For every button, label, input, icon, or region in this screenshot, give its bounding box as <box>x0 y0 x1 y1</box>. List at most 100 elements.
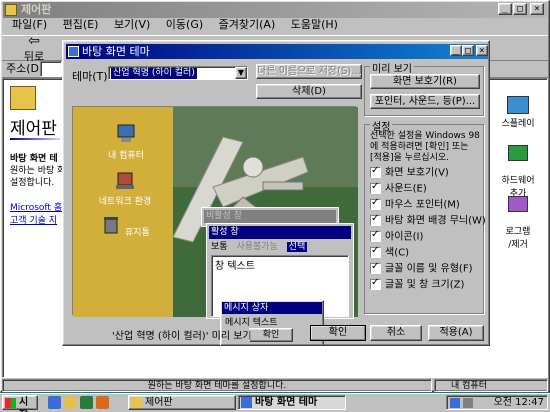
checkbox-colors[interactable]: 색(C) <box>370 245 409 260</box>
themes-icon <box>68 46 79 57</box>
checkbox-label: 아이콘(I) <box>385 231 424 243</box>
preview-msgbox-title: 메시지 상자 <box>222 302 322 314</box>
checkbox-screensaver[interactable]: 화면 보호기(V) <box>370 165 449 180</box>
quick-launch-ie-icon[interactable] <box>48 396 61 409</box>
back-button[interactable]: ⇦ 뒤로 <box>14 33 54 63</box>
checkbox-box[interactable] <box>370 181 381 194</box>
preview-group-title: 미리 보기 <box>370 60 414 75</box>
cancel-button[interactable]: 취소 <box>370 325 422 341</box>
add-remove-programs-item[interactable]: 로그램 /제거 <box>490 186 546 250</box>
preview-window-text-area: 창 텍스트 메시지 상자 메시지 텍스트 확인 <box>211 255 349 346</box>
checkbox-mouse-pointers[interactable]: 마우스 포인터(M) <box>370 197 460 212</box>
title-underline <box>10 138 60 140</box>
task-desktop-themes[interactable]: 바탕 화면 테마 <box>238 395 346 410</box>
dialog-close-icon[interactable]: × <box>476 45 488 56</box>
display-item-label: 스플레이 <box>501 119 535 129</box>
back-arrow-icon: ⇦ <box>28 33 40 49</box>
tray-network-icon[interactable] <box>450 398 460 408</box>
preview-active-window: 활성 창 보통 사용불가능 선택 창 텍스트 메시지 상자 메시지 텍스트 확인 <box>206 223 354 346</box>
dialog-maximize-icon[interactable]: □ <box>462 45 474 56</box>
menu-edit[interactable]: 편집(E) <box>63 18 99 31</box>
checkbox-box[interactable] <box>370 197 381 210</box>
menu-help[interactable]: 도움말(H) <box>291 18 338 31</box>
checkbox-label: 글꼴 이름 및 유형(F) <box>385 263 473 275</box>
minimize-icon[interactable]: _ <box>498 3 512 15</box>
save-as-button[interactable]: 다른 이름으로 저장(S)... <box>256 64 362 79</box>
menu-file[interactable]: 파일(F) <box>12 18 47 31</box>
task-label: 제어판 <box>145 397 173 408</box>
preview-window-text: 창 텍스트 <box>215 261 255 272</box>
checkbox-wallpaper[interactable]: 바탕 화면 배경 무늬(W) <box>370 213 486 228</box>
address-label: 주소(D) <box>6 62 44 75</box>
checkbox-box[interactable] <box>370 213 381 226</box>
maximize-icon[interactable]: □ <box>513 3 527 15</box>
preview-icon-label: 내 컴퓨터 <box>108 151 144 161</box>
status-text: 원하는 바탕 화면 테마를 설정합니다. <box>2 379 432 392</box>
checkbox-icons[interactable]: 아이콘(I) <box>370 229 424 244</box>
network-icon <box>116 172 134 189</box>
theme-select[interactable]: 산업 혁명 (하이 컬러) ▼ <box>108 66 248 80</box>
tray-volume-icon[interactable] <box>463 398 473 408</box>
delete-button[interactable]: 삭제(D) <box>256 84 362 99</box>
checkbox-box[interactable] <box>370 245 381 258</box>
checkbox-label: 글꼴 및 창 크기(Z) <box>385 279 465 291</box>
checkbox-label: 화면 보호기(V) <box>385 167 449 179</box>
checkbox-sounds[interactable]: 사운드(E) <box>370 181 427 196</box>
checkbox-font-names[interactable]: 글꼴 이름 및 유형(F) <box>370 261 473 276</box>
menu-favorites[interactable]: 즐겨찾기(A) <box>219 18 276 31</box>
chevron-down-icon[interactable]: ▼ <box>235 67 247 79</box>
preview-network: 네트워크 환경 <box>93 171 157 207</box>
tech-support-link[interactable]: 고객 기술 지 <box>10 213 57 226</box>
checkbox-box[interactable] <box>370 261 381 274</box>
explorer-title: 제어판 <box>21 3 52 16</box>
quick-launch-outlook-icon[interactable] <box>64 396 77 409</box>
preview-caption: '산업 혁명 (하이 컬러)' 미리 보기 <box>112 331 252 342</box>
selected-item-desc-2: 설정합니다. <box>10 178 55 188</box>
theme-preview: 내 컴퓨터 네트워크 환경 휴지통 비활성 창 활성 창 보통 사용불가능 선택… <box>72 106 358 346</box>
status-bar: 원하는 바탕 화면 테마를 설정합니다. 내 컴퓨터 <box>2 379 548 392</box>
checkbox-box[interactable] <box>370 277 381 290</box>
pointers-sounds-button[interactable]: 포인터, 사운드, 등(P)... <box>370 94 480 109</box>
system-tray: 오전 12:47 <box>446 395 548 410</box>
checkbox-label: 바탕 화면 배경 무늬(W) <box>385 215 486 227</box>
checkbox-label: 마우스 포인터(M) <box>385 199 460 211</box>
panel-title: 제어판 <box>10 119 57 139</box>
checkbox-box[interactable] <box>370 165 381 178</box>
ok-button[interactable]: 확인 <box>310 325 366 341</box>
quick-launch-desktop-icon[interactable] <box>80 396 93 409</box>
settings-description: 선택한 설정을 Windows 98에 적용하려면 [확인] 또는 [적용]을 … <box>370 131 480 163</box>
start-label: 시작 <box>19 397 29 412</box>
apply-button[interactable]: 적용(A) <box>428 325 484 341</box>
preview-menu-selected: 선택 <box>286 242 308 252</box>
task-control-panel[interactable]: 제어판 <box>128 395 236 410</box>
screensaver-preview-button[interactable]: 화면 보호기(R) <box>370 74 480 89</box>
explorer-menu-bar: 파일(F) 편집(E) 보기(V) 이동(G) 즐겨찾기(A) 도움말(H) <box>4 16 342 34</box>
theme-selected-value: 산업 혁명 (하이 컬러) <box>111 68 197 79</box>
display-item[interactable]: 스플레이 <box>490 96 546 129</box>
themes-icon <box>241 397 252 408</box>
preview-icon-label: 휴지통 <box>125 228 150 238</box>
programs-icon <box>508 196 528 212</box>
clock[interactable]: 오전 12:47 <box>494 396 544 409</box>
monitor-icon <box>507 96 529 114</box>
theme-label: 테마(T): <box>72 70 112 83</box>
folder-icon <box>131 397 142 408</box>
hardware-icon <box>508 145 528 161</box>
add-remove-label: 로그램 /제거 <box>505 227 531 250</box>
checkbox-font-sizes[interactable]: 글꼴 및 창 크기(Z) <box>370 277 465 292</box>
dialog-minimize-icon[interactable]: _ <box>450 45 462 56</box>
quick-launch-firefox-icon[interactable] <box>96 396 109 409</box>
address-input[interactable] <box>40 61 62 77</box>
preview-menu: 보통 사용불가능 선택 <box>211 241 313 253</box>
preview-my-computer: 내 컴퓨터 <box>101 123 151 161</box>
menu-view[interactable]: 보기(V) <box>114 18 150 31</box>
control-panel-large-icon <box>10 86 36 110</box>
start-button[interactable]: 시작 <box>2 395 38 412</box>
checkbox-box[interactable] <box>370 229 381 242</box>
status-zone: 내 컴퓨터 <box>434 379 548 392</box>
close-icon[interactable]: × <box>530 3 544 15</box>
dialog-title: 바탕 화면 테마 <box>82 45 150 58</box>
menu-go[interactable]: 이동(G) <box>166 18 203 31</box>
microsoft-home-link[interactable]: Microsoft 홈 <box>10 200 62 213</box>
checkbox-label: 색(C) <box>385 247 409 259</box>
